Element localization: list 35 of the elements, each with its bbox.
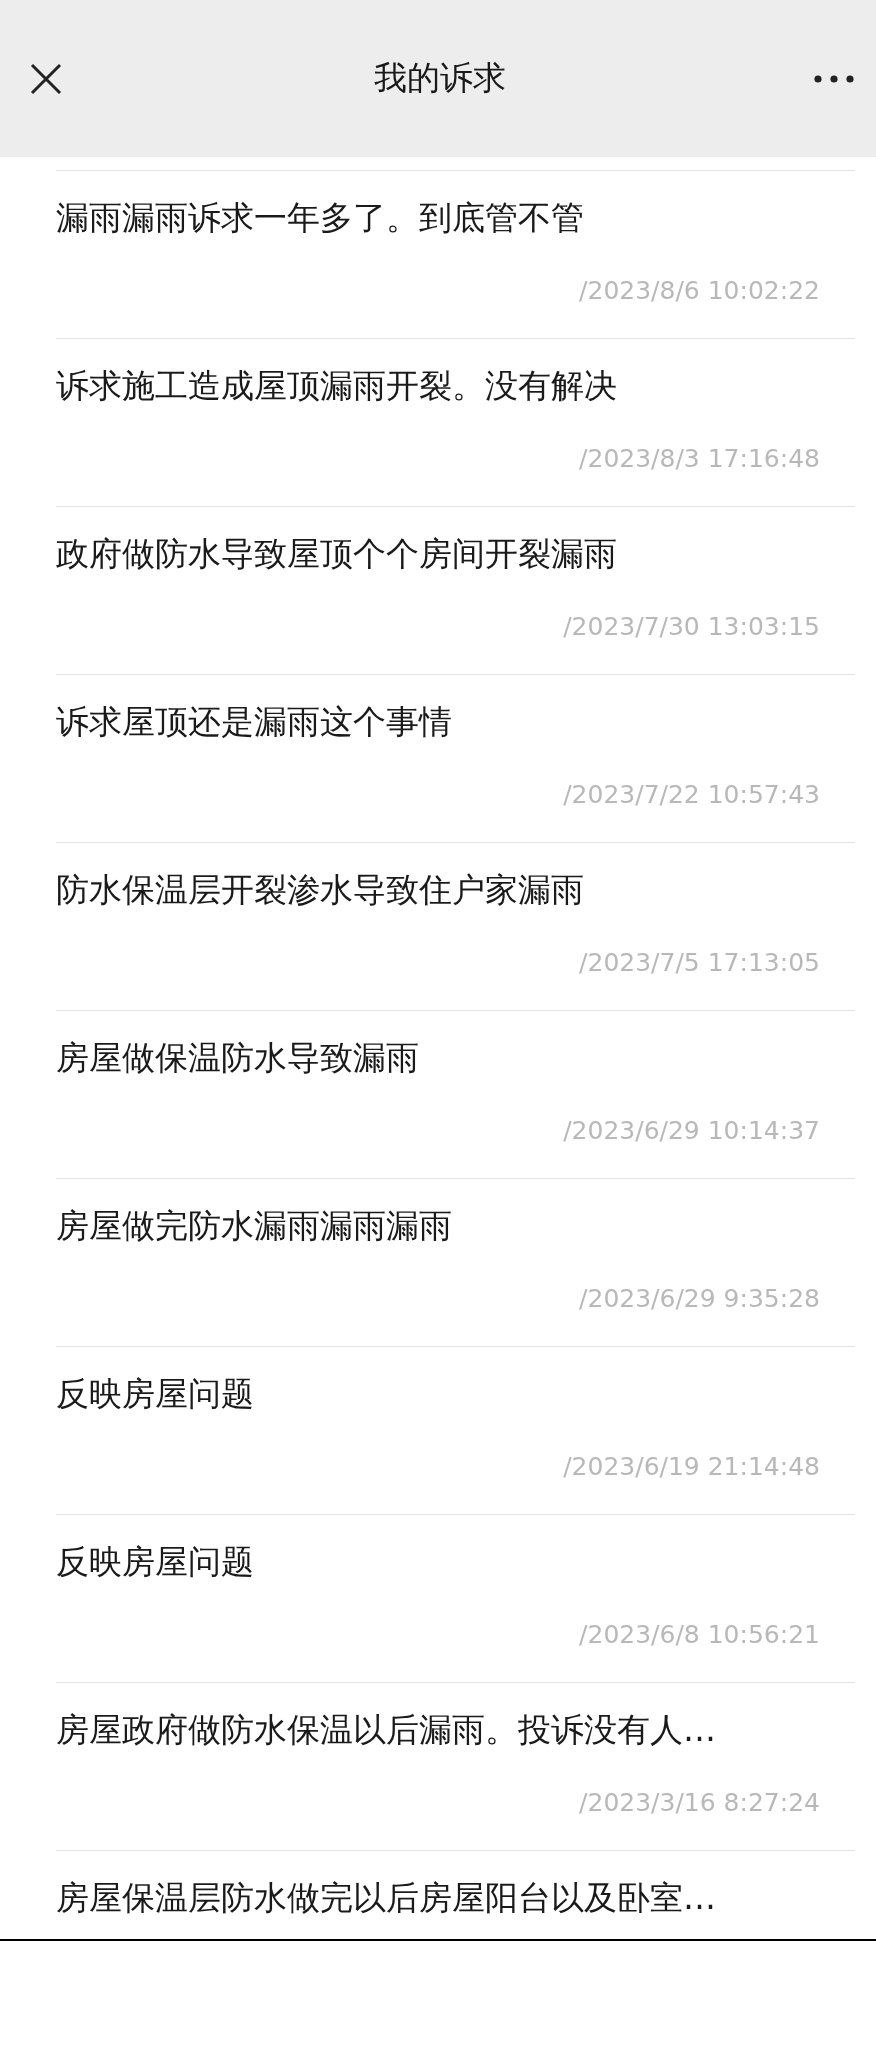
request-item[interactable]: 诉求屋顶还是漏雨这个事情 /2023/7/22 10:57:43 — [56, 674, 855, 842]
more-icon — [814, 74, 854, 83]
request-time: /2023/7/22 10:57:43 — [563, 780, 820, 810]
request-title: 房屋做保温防水导致漏雨 — [56, 1039, 419, 1076]
request-time: /2023/7/30 13:03:15 — [563, 612, 820, 642]
request-item[interactable]: 漏雨漏雨诉求一年多了。到底管不管 /2023/8/6 10:02:22 — [56, 170, 855, 338]
request-time: /2023/7/5 17:13:05 — [579, 948, 820, 978]
request-item[interactable]: 反映房屋问题 /2023/6/19 21:14:48 — [56, 1346, 855, 1514]
request-item[interactable]: 房屋做完防水漏雨漏雨漏雨 /2023/6/29 9:35:28 — [56, 1178, 855, 1346]
request-time: /2023/6/29 9:35:28 — [579, 1284, 820, 1314]
request-item[interactable]: 政府做防水导致屋顶个个房间开裂漏雨 /2023/7/30 13:03:15 — [56, 506, 855, 674]
request-title: 房屋政府做防水保温以后漏雨。投诉没有人… — [56, 1711, 716, 1748]
request-time: /2023/6/8 10:56:21 — [579, 1620, 820, 1650]
request-title: 防水保温层开裂渗水导致住户家漏雨 — [56, 871, 584, 908]
request-title: 房屋做完防水漏雨漏雨漏雨 — [56, 1207, 452, 1244]
request-title: 诉求屋顶还是漏雨这个事情 — [56, 703, 452, 740]
request-time: /2023/3/16 8:27:24 — [579, 1788, 820, 1818]
request-title: 房屋保温层防水做完以后房屋阳台以及卧室… — [56, 1879, 716, 1916]
request-item[interactable]: 防水保温层开裂渗水导致住户家漏雨 /2023/7/5 17:13:05 — [56, 842, 855, 1010]
request-item[interactable]: 房屋政府做防水保温以后漏雨。投诉没有人… /2023/3/16 8:27:24 — [56, 1682, 855, 1850]
request-title: 反映房屋问题 — [56, 1543, 254, 1580]
request-title: 漏雨漏雨诉求一年多了。到底管不管 — [56, 199, 584, 236]
page-title: 我的诉求 — [374, 57, 506, 99]
request-time: /2023/8/3 17:16:48 — [579, 444, 820, 474]
request-title: 政府做防水导致屋顶个个房间开裂漏雨 — [56, 535, 617, 572]
request-title: 反映房屋问题 — [56, 1375, 254, 1412]
request-item[interactable]: 反映房屋问题 /2023/6/8 10:56:21 — [56, 1514, 855, 1682]
request-item[interactable]: 诉求施工造成屋顶漏雨开裂。没有解决 /2023/8/3 17:16:48 — [56, 338, 855, 506]
close-icon — [30, 62, 62, 95]
request-item[interactable]: 房屋做保温防水导致漏雨 /2023/6/29 10:14:37 — [56, 1010, 855, 1178]
request-item[interactable]: 房屋保温层防水做完以后房屋阳台以及卧室… — [56, 1850, 855, 1939]
request-title: 诉求施工造成屋顶漏雨开裂。没有解决 — [56, 367, 617, 404]
request-time: /2023/8/6 10:02:22 — [579, 276, 820, 306]
request-time: /2023/6/29 10:14:37 — [563, 1116, 820, 1146]
request-time: /2023/6/19 21:14:48 — [563, 1452, 820, 1482]
